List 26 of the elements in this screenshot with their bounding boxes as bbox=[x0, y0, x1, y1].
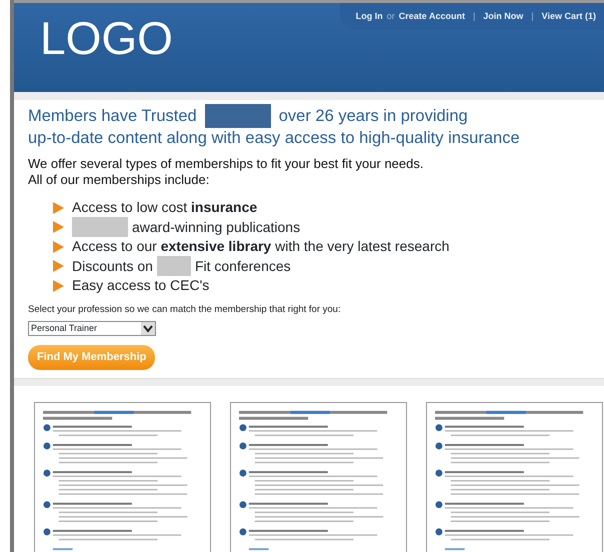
benefit-text: Easy access to CEC's bbox=[72, 276, 210, 295]
logo: LOGO bbox=[39, 11, 173, 61]
separator-text: | bbox=[472, 10, 476, 23]
header-link[interactable]: Log In bbox=[356, 10, 383, 24]
select-label: Select your profession so we can match the membership that right for you: bbox=[28, 303, 342, 317]
triangle-bullet-icon bbox=[52, 221, 64, 233]
triangle-bullet-icon bbox=[52, 260, 64, 272]
header-link[interactable]: View Cart (1) bbox=[542, 10, 596, 24]
triangle-bullet-icon bbox=[52, 280, 64, 292]
chevron-down-icon bbox=[141, 322, 155, 336]
benefit-text: Fit conferences bbox=[194, 256, 291, 276]
header-link[interactable]: Join Now bbox=[483, 10, 524, 24]
benefit-text: Access to low cost insurance bbox=[72, 198, 258, 217]
benefit-text: Access to our extensive library with the very latest research bbox=[72, 237, 450, 256]
benefit-text: Discounts on bbox=[72, 256, 153, 276]
intro-paragraph: We offer several types of memberships to fit your best fit your needs. All of our memberships include: bbox=[28, 156, 424, 188]
profession-dropdown[interactable]: Personal Trainer bbox=[28, 321, 156, 336]
heading-text: Members have Trusted bbox=[28, 106, 197, 126]
heading-text: over 26 years in providing bbox=[278, 106, 468, 126]
or-text: or bbox=[386, 10, 395, 23]
separator-text: | bbox=[530, 10, 535, 23]
triangle-bullet-icon bbox=[52, 202, 64, 214]
benefit-text: award-winning publications bbox=[132, 218, 300, 236]
header-link[interactable]: Create Account bbox=[398, 10, 465, 24]
triangle-bullet-icon bbox=[52, 240, 64, 252]
heading-text: up-to-date content along with easy access to high-quality insurance bbox=[28, 128, 520, 148]
